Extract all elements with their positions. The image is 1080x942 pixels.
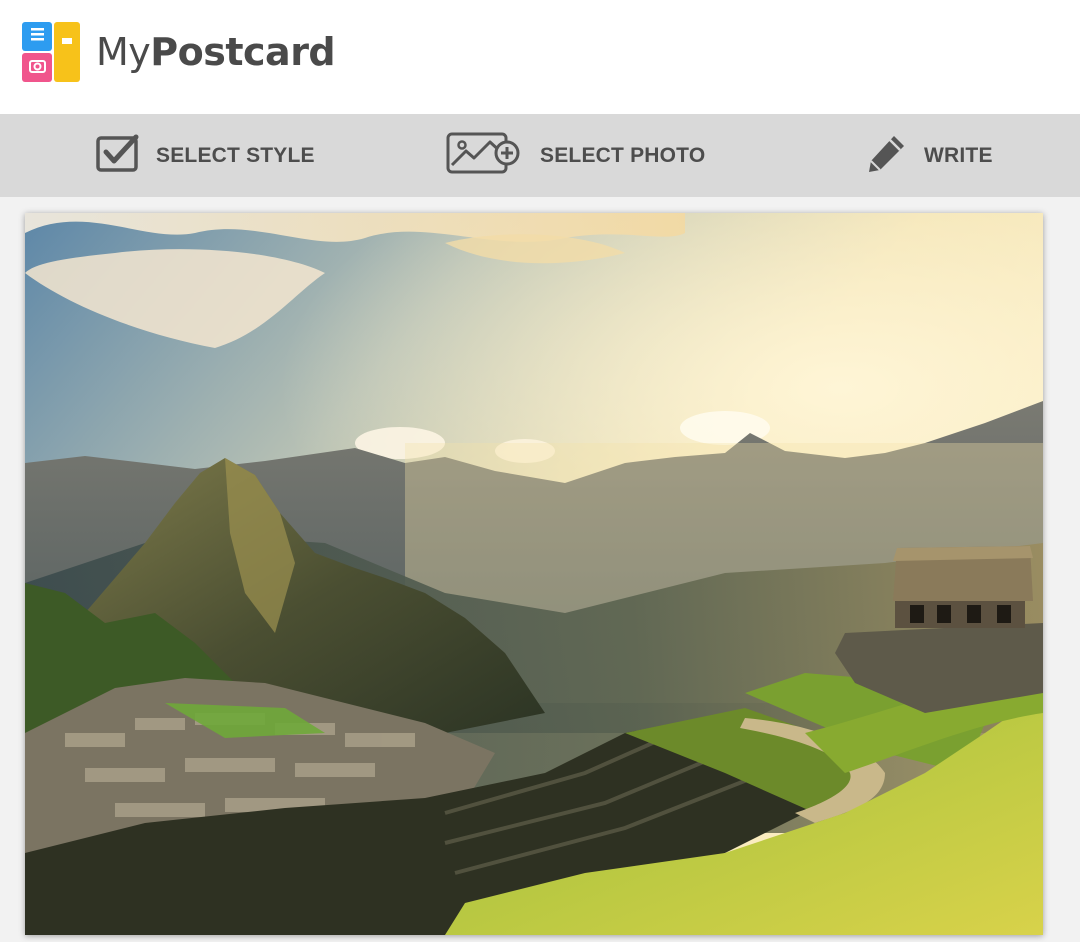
step-select-photo-label: SELECT PHOTO — [540, 143, 706, 167]
checkbox-icon — [96, 134, 140, 177]
app-header: MyPostcard — [0, 0, 1080, 114]
step-write-label: WRITE — [924, 143, 993, 167]
step-select-style[interactable]: SELECT STYLE — [96, 114, 315, 197]
step-select-photo[interactable]: SELECT PHOTO — [446, 114, 705, 197]
logo-text-bold: Postcard — [150, 30, 336, 74]
app-logo-text[interactable]: MyPostcard — [96, 30, 336, 74]
postcard-logo-icon[interactable] — [22, 22, 80, 82]
step-select-style-label: SELECT STYLE — [156, 143, 315, 167]
landscape-photo — [25, 213, 1043, 935]
add-photo-icon — [446, 131, 520, 180]
selected-photo[interactable] — [25, 213, 1043, 935]
step-write[interactable]: WRITE — [866, 114, 993, 197]
logo-text-light: My — [96, 30, 151, 74]
pencil-icon — [866, 132, 908, 179]
step-navigation-bar: SELECT STYLE SELECT PHOTO WRITE — [0, 114, 1080, 197]
